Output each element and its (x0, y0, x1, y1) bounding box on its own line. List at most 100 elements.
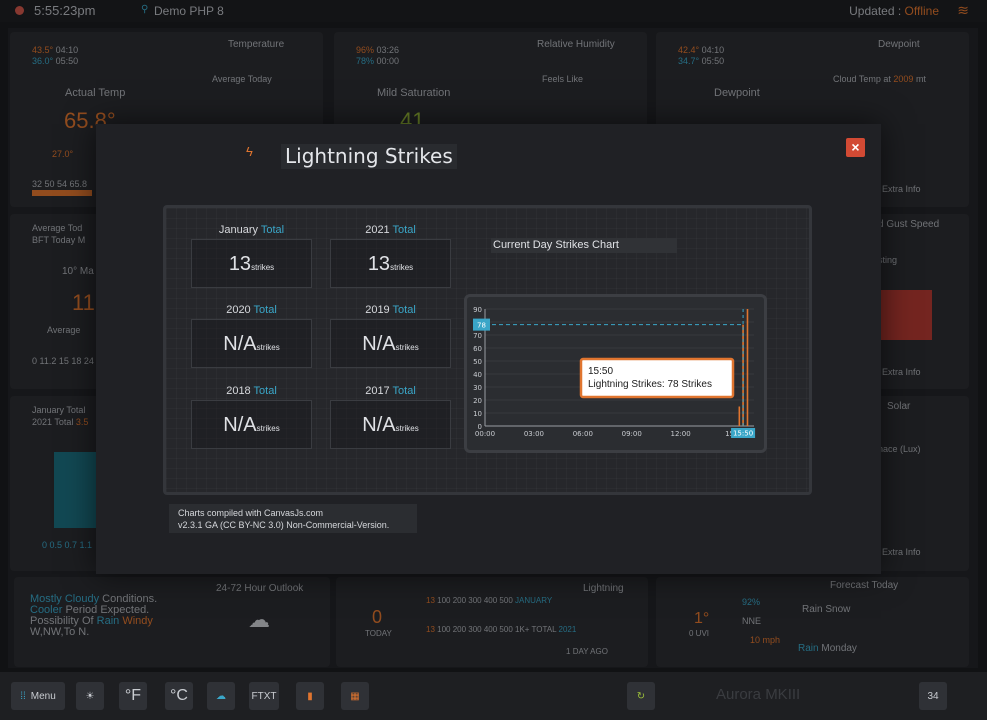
credits-line-2: v2.3.1 GA (CC BY-NC 3.0) Non-Commercial-… (178, 520, 390, 530)
stat-label-2021: 2021 Total (330, 224, 451, 236)
sun-icon: ☀ (85, 690, 95, 702)
rain-scale: 0 0.5 0.7 1.1 (42, 540, 93, 550)
wifi-icon: ≋ (957, 2, 969, 18)
card-title: Relative Humidity (537, 39, 615, 50)
dewpoint-high-time: 04:10 (701, 45, 725, 55)
weather-badge-button[interactable]: 34 (919, 682, 947, 710)
lightning-month-value: 13 (426, 596, 435, 605)
cloud-altitude: 2009 (893, 74, 914, 84)
strikes-chart[interactable]: 010203040506070809000:0003:0006:0009:001… (467, 297, 764, 450)
lightning-month-tag: JANUARY (515, 596, 553, 605)
refresh-icon: ↻ (636, 690, 646, 702)
stat-total-word: Total (392, 224, 416, 236)
outlook-card[interactable]: 24-72 Hour Outlook Mostly Cloudy Conditi… (14, 577, 330, 667)
card-title: d Gust Speed (878, 219, 940, 230)
stat-label-january: January Total (191, 224, 312, 236)
y-tick-label: 40 (473, 371, 482, 379)
stat-total-word: Total (392, 385, 416, 397)
calendar-icon: ▦ (350, 690, 360, 702)
fahrenheit-button[interactable]: °F (119, 682, 147, 710)
lightning-year-tag: TOTAL (531, 625, 557, 634)
menu-label: Menu (30, 690, 56, 702)
stat-box-2017: N/Astrikes (330, 400, 451, 449)
celsius-button[interactable]: °C (165, 682, 193, 710)
stat-total-word: Total (392, 304, 416, 316)
wind-average-label: Average Tod (32, 223, 83, 233)
stat-label-2017: 2017 Total (330, 385, 451, 397)
stat-unit: strikes (256, 343, 280, 352)
chart-credits: Charts compiled with CanvasJs.com v2.3.1… (169, 504, 417, 533)
charts-button[interactable]: ▮ (296, 682, 324, 710)
card-title: Lightning (583, 583, 624, 594)
crosshair-y-label: 78 (477, 322, 486, 330)
cloud-alt-unit: mt (915, 74, 926, 84)
wind-value: 11 (72, 290, 95, 315)
wind-average-sub: Average (47, 325, 81, 335)
lightning-year-value: 13 (426, 625, 435, 634)
gust-tile (876, 290, 932, 340)
y-tick-label: 70 (473, 332, 482, 340)
stat-unit: strikes (395, 343, 419, 352)
stat-value: 13 (228, 253, 252, 275)
temp-low: 36.0° (32, 56, 54, 66)
brand-label: Aurora MKIII (716, 686, 801, 703)
tooltip-text: Lightning Strikes: 78 Strikes (588, 379, 712, 390)
stat-box-2020: N/Astrikes (191, 319, 312, 368)
stat-unit: strikes (256, 424, 280, 433)
stat-box-2021: 13strikes (330, 239, 451, 288)
calendar-button[interactable]: ▦ (341, 682, 369, 710)
rain-year-label: 2021 Total (32, 417, 74, 427)
extra-info-link[interactable]: Extra Info (882, 184, 921, 194)
x-tick-label: 03:00 (524, 430, 544, 438)
cloud-button[interactable]: ☁ (207, 682, 235, 710)
stat-box-january: 13strikes (191, 239, 312, 288)
stat-unit: strikes (390, 263, 414, 272)
lightning-today-label: TODAY (365, 629, 392, 638)
dewpoint-high: 42.4° (678, 45, 700, 55)
extra-info-link[interactable]: Extra Info (882, 367, 921, 377)
theme-toggle-button[interactable]: ☀ (76, 682, 104, 710)
crosshair-x-label: 15:50 (733, 430, 753, 438)
y-tick-label: 10 (473, 410, 482, 418)
lightning-panel: January Total 13strikes 2021 Total 13str… (163, 205, 812, 495)
stat-period: January (218, 224, 259, 236)
close-button[interactable]: × (846, 138, 865, 157)
outlook-wind-dir: W,NW,To N. (30, 626, 90, 638)
weather-badge-value: 34 (927, 690, 939, 702)
forecast-day: Monday (821, 643, 857, 654)
dewpoint-label: Dewpoint (714, 87, 760, 99)
feels-like-label: Feels Like (542, 74, 584, 84)
temp-low-time: 05:50 (55, 56, 79, 66)
stat-period: 2021 (365, 224, 390, 236)
refresh-button[interactable]: ↻ (627, 682, 655, 710)
uvi-value: 1° (694, 610, 710, 627)
rain-year-value: 3.5 (75, 417, 89, 427)
updated-status-value: Offline (904, 4, 939, 18)
stat-box-2019: N/Astrikes (330, 319, 451, 368)
card-title: Temperature (228, 39, 285, 50)
stat-label-2019: 2019 Total (330, 304, 451, 316)
credits-line-1: Charts compiled with CanvasJs.com (178, 508, 324, 518)
card-title: 24-72 Hour Outlook (216, 583, 304, 594)
tooltip-time: 15:50 (588, 366, 613, 377)
clock-time: 5:55:23pm (34, 3, 96, 18)
forecast-card[interactable]: Forecast Today 1° 0 UVI 92% NNE 10 mph R… (656, 577, 969, 667)
modal-title: Lightning Strikes (281, 144, 457, 169)
temp-bar (32, 190, 92, 196)
menu-button[interactable]: ⁞⁞ Menu (11, 682, 65, 710)
stat-total-word: Total (253, 304, 277, 316)
wind-max-label: 10° Ma (62, 266, 94, 277)
lightning-card[interactable]: Lightning 0 TODAY 13 100 200 300 400 500… (336, 577, 648, 667)
strikes-chart-frame[interactable]: 010203040506070809000:0003:0006:0009:001… (464, 294, 767, 453)
stat-box-2018: N/Astrikes (191, 400, 312, 449)
extra-info-link[interactable]: Extra Info (882, 547, 921, 557)
y-tick-label: 60 (473, 345, 482, 353)
status-dot-icon (15, 6, 24, 15)
forecast-wind-dir: NNE (742, 616, 762, 626)
stat-value: 13 (367, 253, 391, 275)
lightning-bolt-icon: ϟ (246, 144, 253, 159)
stat-period: 2020 (226, 304, 251, 316)
forecast-text-button[interactable]: FTXT (249, 682, 279, 710)
humidity-high-time: 03:26 (376, 45, 400, 55)
humidity-low-time: 00:00 (376, 56, 400, 66)
